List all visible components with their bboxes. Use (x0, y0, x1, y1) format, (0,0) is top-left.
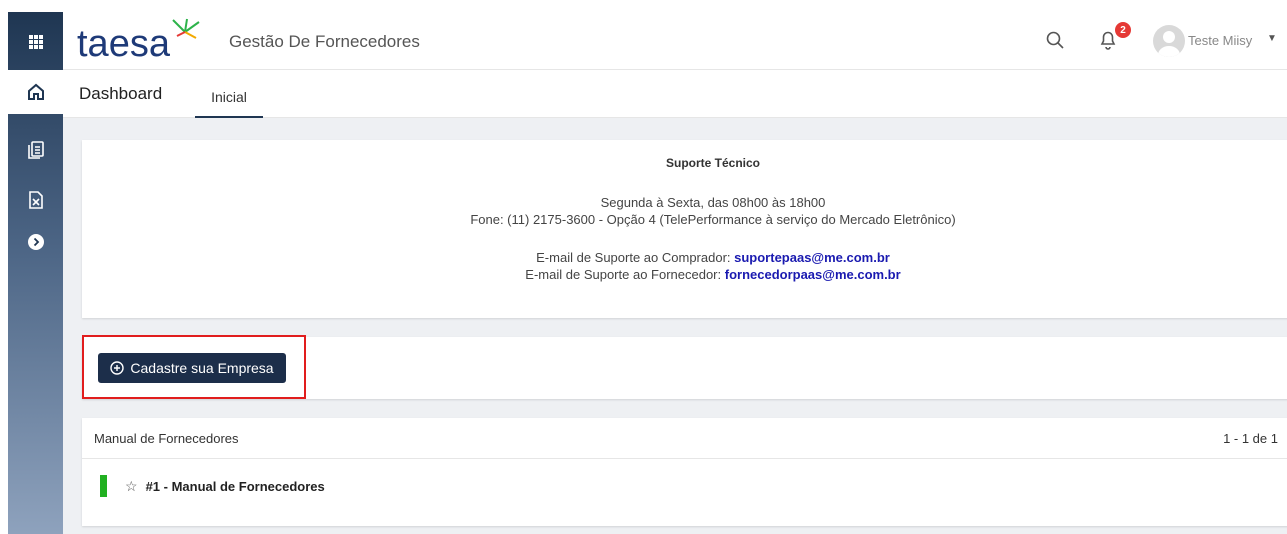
buyer-email-line: E-mail de Suporte ao Comprador: suportep… (82, 250, 1287, 265)
app-title: Gestão De Fornecedores (229, 32, 420, 51)
buyer-email-link[interactable]: suportepaas@me.com.br (734, 250, 890, 265)
tab-inicial[interactable]: Inicial (195, 78, 263, 118)
support-phone: Fone: (11) 2175-3600 - Opção 4 (TelePerf… (470, 212, 956, 227)
user-avatar[interactable] (1153, 25, 1185, 57)
support-title: Suporte Técnico (665, 156, 760, 170)
supplier-email-link[interactable]: fornecedorpaas@me.com.br (725, 267, 901, 282)
apps-grid-icon[interactable] (8, 20, 63, 64)
pagination-info: 1 - 1 de 1 (1223, 431, 1278, 446)
status-indicator (100, 475, 107, 497)
manual-item-label[interactable]: #1 - Manual de Fornecedores (146, 479, 325, 494)
page-title: Dashboard (79, 84, 163, 103)
top-header: taesa Gestão De Fornecedores 2 Teste Mii… (63, 12, 1287, 70)
tab-bar: Dashboard Inicial (63, 70, 1287, 118)
list-item[interactable]: ☆ #1 - Manual de Fornecedores (100, 475, 325, 497)
documents-icon[interactable] (8, 128, 63, 172)
main-content: Suporte Técnico Segunda à Sexta, das 08h… (63, 118, 1287, 534)
support-hours: Segunda à Sexta, das 08h00 às 18h00 (600, 195, 826, 210)
favorite-star-icon[interactable]: ☆ (125, 478, 138, 495)
buyer-email-label: E-mail de Suporte ao Comprador: (536, 250, 735, 265)
user-menu-caret-icon[interactable]: ▼ (1267, 33, 1277, 44)
svg-text:taesa: taesa (77, 23, 171, 64)
highlight-box (82, 335, 306, 399)
user-name[interactable]: Teste Miisy (1188, 33, 1252, 48)
supplier-email-line: E-mail de Suporte ao Fornecedor: fornece… (82, 267, 1287, 282)
taesa-logo: taesa (77, 18, 207, 65)
support-card: Suporte Técnico Segunda à Sexta, das 08h… (82, 140, 1287, 318)
notifications-badge: 2 (1115, 22, 1131, 38)
home-icon[interactable] (8, 70, 63, 114)
manual-card: Manual de Fornecedores 1 - 1 de 1 ‹ › ⋮ … (82, 418, 1287, 526)
excel-file-icon[interactable] (8, 178, 63, 222)
search-icon[interactable] (1045, 30, 1065, 55)
side-nav-rail (8, 12, 63, 534)
expand-chevron-icon[interactable] (8, 220, 63, 264)
manual-card-title: Manual de Fornecedores (94, 431, 239, 446)
supplier-email-label: E-mail de Suporte ao Fornecedor: (525, 267, 725, 282)
manual-card-header: Manual de Fornecedores 1 - 1 de 1 ‹ › ⋮ (82, 418, 1287, 459)
